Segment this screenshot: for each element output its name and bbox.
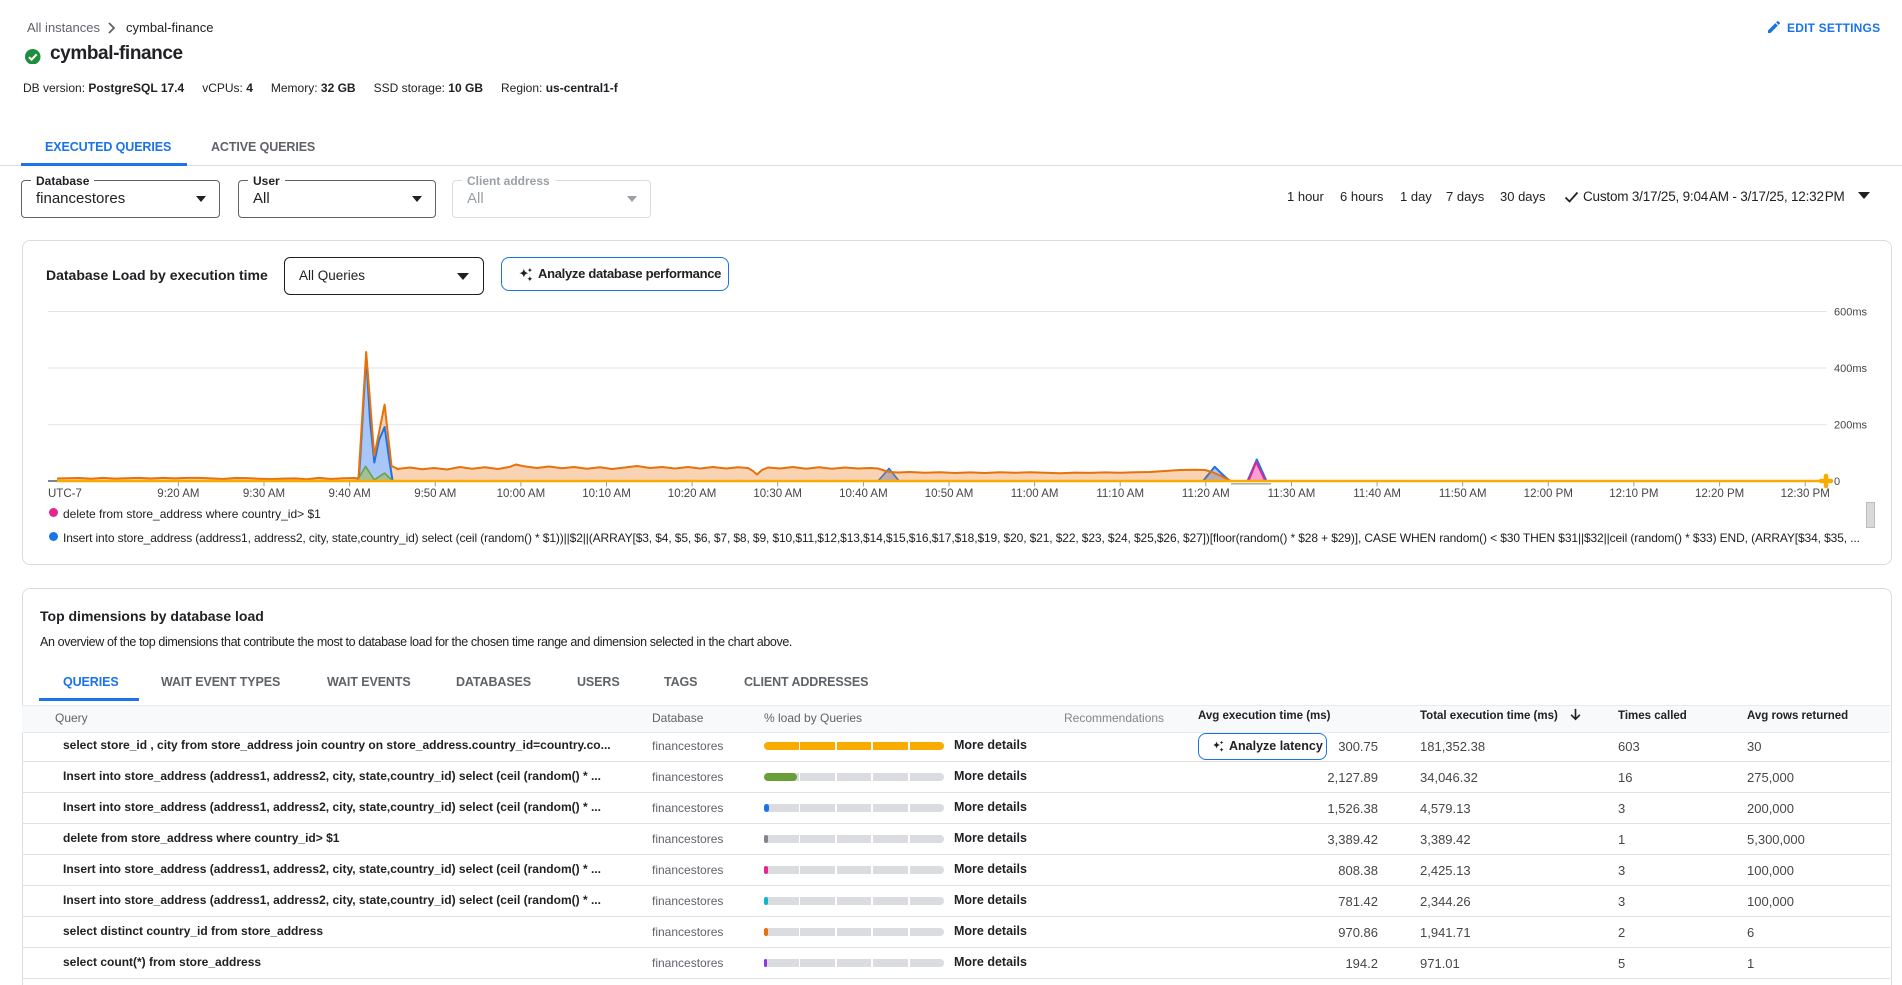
svg-text:400ms: 400ms: [1834, 363, 1868, 375]
svg-text:9:50 AM: 9:50 AM: [414, 488, 456, 500]
svg-text:9:40 AM: 9:40 AM: [328, 488, 370, 500]
svg-text:9:30 AM: 9:30 AM: [243, 488, 285, 500]
svg-text:10:10 AM: 10:10 AM: [582, 488, 631, 500]
svg-text:11:00 AM: 11:00 AM: [1011, 488, 1059, 500]
svg-text:UTC-7: UTC-7: [48, 488, 82, 500]
svg-text:9:20 AM: 9:20 AM: [157, 488, 199, 500]
svg-text:200ms: 200ms: [1834, 420, 1868, 432]
svg-text:12:20 PM: 12:20 PM: [1695, 488, 1744, 500]
svg-text:11:20 AM: 11:20 AM: [1182, 488, 1230, 500]
svg-text:10:50 AM: 10:50 AM: [925, 488, 974, 500]
svg-text:600ms: 600ms: [1834, 307, 1868, 319]
svg-text:12:30 PM: 12:30 PM: [1781, 488, 1830, 500]
svg-text:12:00 PM: 12:00 PM: [1524, 488, 1573, 500]
svg-text:10:30 AM: 10:30 AM: [753, 488, 802, 500]
svg-text:10:20 AM: 10:20 AM: [668, 488, 717, 500]
svg-text:11:40 AM: 11:40 AM: [1353, 488, 1401, 500]
svg-text:12:10 PM: 12:10 PM: [1609, 488, 1658, 500]
svg-text:11:30 AM: 11:30 AM: [1268, 488, 1316, 500]
svg-text:11:10 AM: 11:10 AM: [1096, 488, 1144, 500]
svg-text:11:50 AM: 11:50 AM: [1439, 488, 1487, 500]
svg-text:10:00 AM: 10:00 AM: [497, 488, 546, 500]
svg-text:0: 0: [1834, 476, 1840, 488]
svg-text:10:40 AM: 10:40 AM: [839, 488, 888, 500]
